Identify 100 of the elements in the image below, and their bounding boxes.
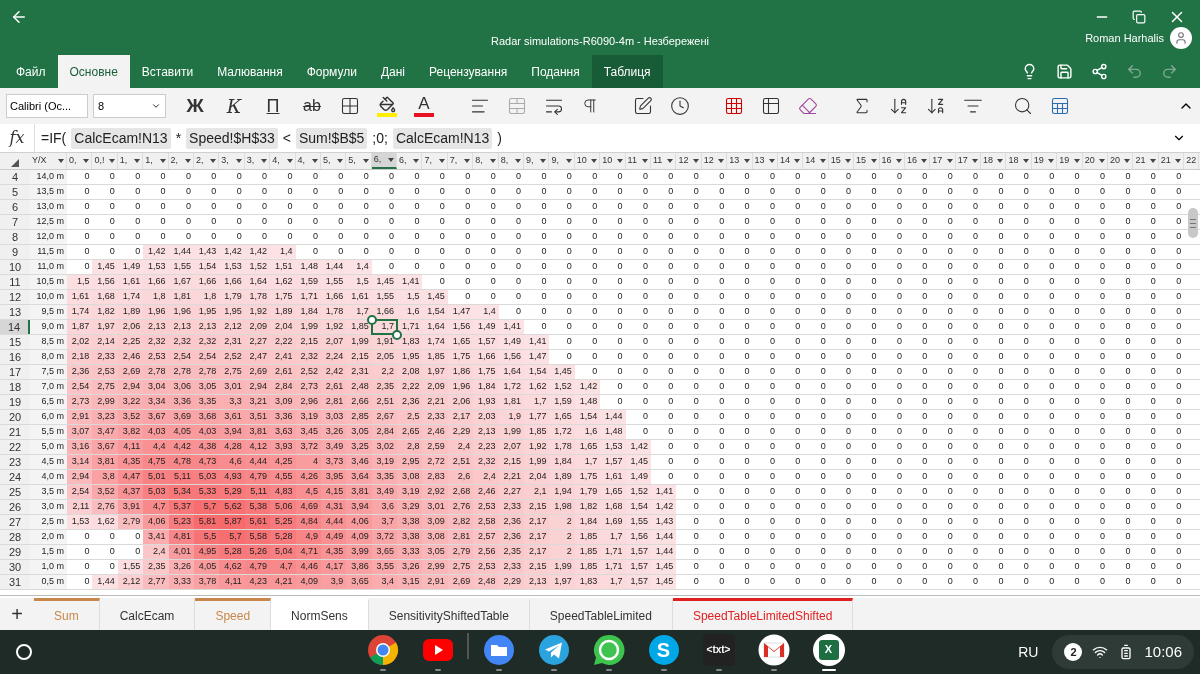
column-header[interactable]: 1, — [117, 153, 144, 169]
filter-caret-icon[interactable] — [261, 159, 268, 163]
row-header[interactable]: 12 — [0, 290, 30, 304]
filter-caret-icon[interactable] — [362, 159, 369, 163]
row-header[interactable]: 10 — [0, 260, 30, 274]
column-header[interactable]: 15 — [828, 153, 855, 169]
column-header[interactable]: 6, — [371, 153, 398, 169]
column-header[interactable]: 4, — [270, 153, 296, 169]
filter-caret-icon[interactable] — [768, 159, 775, 163]
column-header[interactable]: 10 — [574, 153, 601, 169]
formula-field[interactable]: =IF( CalcEcam!N13 * Speed!$H$33 < Sum!$B$5 ;0; CalcEcam!N13 ) — [34, 124, 1172, 152]
app-button[interactable] — [422, 638, 453, 661]
column-header[interactable]: 2, — [168, 153, 194, 169]
ribbon-tab[interactable]: Подання — [519, 55, 592, 88]
app-button[interactable] — [482, 633, 515, 666]
filter-caret-icon[interactable] — [58, 159, 64, 163]
column-header[interactable]: 9, — [549, 153, 575, 169]
filter-caret-icon[interactable] — [794, 159, 801, 163]
format-button[interactable]: ab — [293, 91, 331, 121]
app-button[interactable]: X — [812, 633, 845, 666]
dropdown-caret-icon[interactable] — [151, 101, 161, 111]
row-header[interactable]: 8 — [0, 230, 30, 244]
add-sheet-button[interactable]: + — [0, 598, 34, 630]
column-header[interactable]: Y/X — [30, 153, 67, 169]
filter-caret-icon[interactable] — [946, 159, 953, 163]
filter-caret-icon[interactable] — [413, 159, 420, 163]
format-button[interactable]: П — [254, 91, 292, 121]
filter-caret-icon[interactable] — [159, 159, 166, 163]
column-header[interactable]: 13 — [727, 153, 753, 169]
filter-caret-icon[interactable] — [616, 159, 623, 163]
ribbon-tab[interactable]: Формули — [294, 55, 369, 88]
row-header[interactable]: 19 — [0, 395, 30, 409]
app-button[interactable] — [757, 633, 790, 666]
sheet-tab[interactable]: NormSens — [271, 598, 369, 630]
filter-caret-icon[interactable] — [870, 159, 877, 163]
row-header[interactable]: 5 — [0, 185, 30, 199]
row-header[interactable]: 18 — [0, 380, 30, 394]
filter-caret-icon[interactable] — [819, 159, 826, 163]
filter-caret-icon[interactable] — [1073, 159, 1080, 163]
column-header[interactable]: 5, — [320, 153, 347, 169]
column-header[interactable]: 8, — [473, 153, 499, 169]
column-header[interactable]: 15 — [854, 153, 880, 169]
filter-caret-icon[interactable] — [718, 159, 725, 163]
column-header[interactable]: 4, — [295, 153, 321, 169]
row-header[interactable]: 29 — [0, 545, 30, 559]
filter-caret-icon[interactable] — [642, 159, 648, 163]
column-header[interactable]: 0,! — [92, 153, 118, 169]
column-header[interactable]: 3, — [219, 153, 245, 169]
column-header[interactable]: 14 — [803, 153, 829, 169]
filter-caret-icon[interactable] — [1149, 159, 1156, 163]
filter-caret-icon[interactable] — [184, 159, 191, 163]
format-button[interactable]: Ж — [176, 91, 214, 121]
filter-caret-icon[interactable] — [286, 159, 293, 163]
column-header[interactable]: 21 — [1158, 153, 1185, 169]
row-header[interactable]: 31 — [0, 575, 30, 589]
row-header[interactable]: 6 — [0, 200, 30, 214]
app-button[interactable]: <txt> — [702, 633, 735, 666]
column-header[interactable]: 20 — [1108, 153, 1134, 169]
ribbon-tab[interactable]: Таблиця — [591, 55, 663, 88]
column-header[interactable]: 19 — [1057, 153, 1083, 169]
column-header[interactable]: 10 — [600, 153, 626, 169]
filter-caret-icon[interactable] — [565, 159, 572, 163]
selection-handle[interactable] — [366, 315, 377, 325]
column-header[interactable]: 7, — [422, 153, 448, 169]
row-header[interactable]: 11 — [0, 275, 30, 289]
row-header[interactable]: 28 — [0, 530, 30, 544]
app-button[interactable] — [366, 633, 399, 666]
app-button[interactable] — [537, 633, 570, 666]
select-all-icon[interactable] — [11, 159, 19, 167]
column-header[interactable]: 9, — [524, 153, 550, 169]
row-header[interactable]: 22 — [0, 440, 30, 454]
font-color-button[interactable]: A — [406, 91, 442, 121]
filter-caret-icon[interactable] — [921, 159, 928, 163]
filter-caret-icon[interactable] — [388, 158, 395, 162]
function-label[interactable]: fx — [0, 126, 34, 150]
column-header[interactable]: 21 — [1133, 153, 1159, 169]
filter-caret-icon[interactable] — [515, 159, 522, 163]
filter-caret-icon[interactable] — [210, 159, 217, 163]
filter-caret-icon[interactable] — [83, 159, 90, 163]
column-header[interactable]: 14 — [777, 153, 804, 169]
column-header[interactable]: 17 — [930, 153, 956, 169]
column-header[interactable]: 16 — [904, 153, 931, 169]
column-header[interactable]: 17 — [955, 153, 982, 169]
selection-handle[interactable] — [392, 330, 403, 340]
column-header[interactable]: 0, — [67, 153, 93, 169]
sheet-tab[interactable]: SpeedTableLimitedShifted — [672, 598, 854, 630]
filter-caret-icon[interactable] — [845, 159, 852, 163]
row-header[interactable]: 27 — [0, 515, 30, 529]
filter-caret-icon[interactable] — [997, 159, 1004, 163]
ribbon-tab[interactable]: Основне — [57, 55, 130, 88]
save-icon[interactable] — [1056, 63, 1073, 80]
filter-caret-icon[interactable] — [972, 159, 979, 163]
row-header[interactable]: 4 — [0, 170, 30, 184]
column-header[interactable]: 11 — [651, 153, 677, 169]
row-header[interactable]: 25 — [0, 485, 30, 499]
row-header[interactable]: 24 — [0, 470, 30, 484]
filter-caret-icon[interactable] — [692, 159, 699, 163]
column-header[interactable]: 2, — [193, 153, 220, 169]
font-size-field[interactable]: 8 — [93, 94, 166, 118]
filter-caret-icon[interactable] — [1175, 159, 1182, 163]
